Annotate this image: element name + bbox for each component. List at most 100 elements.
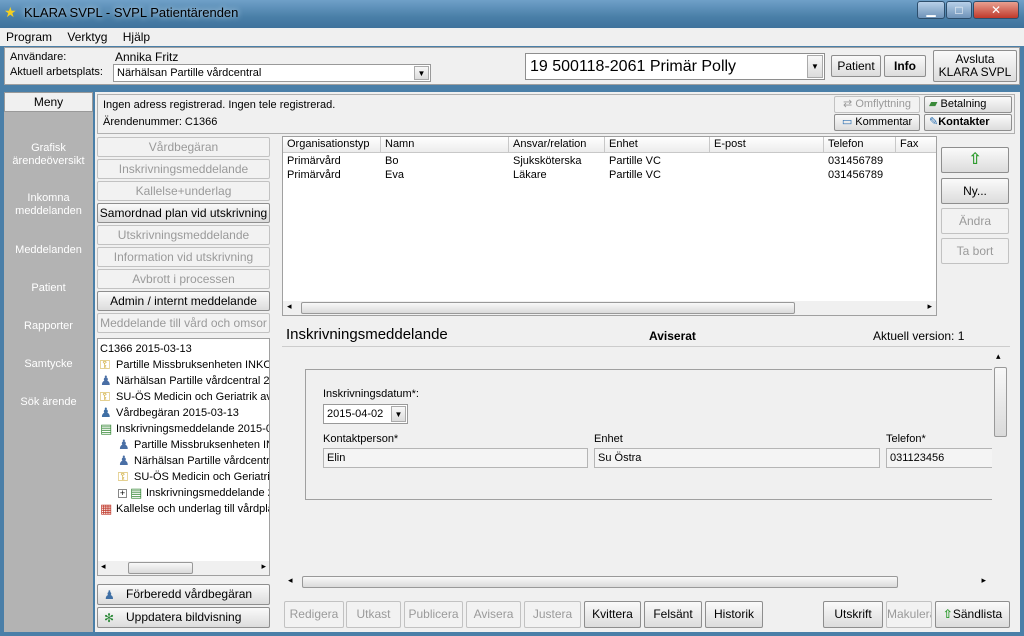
sidebar-item-inkomna[interactable]: Inkomna meddelanden <box>4 192 93 218</box>
utskrift-button[interactable]: Utskrift <box>823 601 883 628</box>
menu-verktyg[interactable]: Verktyg <box>61 28 113 46</box>
sidebar-item-sok-arende[interactable]: Sök ärende <box>4 396 93 409</box>
contacts-scrollbar[interactable]: ◂ ▸ <box>283 301 936 315</box>
message-hscrollbar[interactable]: ◂ ▸ <box>282 575 992 589</box>
contact-field[interactable]: Elin <box>323 448 588 468</box>
omflyttning-button[interactable]: ⇄ Omflyttning <box>834 96 920 113</box>
edit-contact-button[interactable]: Ändra <box>941 208 1009 234</box>
unit-field[interactable]: Su Östra <box>594 448 880 468</box>
message-hscroll-thumb[interactable] <box>302 576 898 588</box>
tree-item[interactable]: ▤ Inskrivningsmeddelande 2015-0 <box>100 421 269 437</box>
chevron-down-icon[interactable]: ▼ <box>414 66 429 80</box>
tree-item-label: Vårdbegäran 2015-03-13 <box>116 407 239 419</box>
column-header[interactable]: Fax <box>896 137 936 153</box>
column-header[interactable]: Telefon <box>824 137 896 153</box>
menu-hjalp[interactable]: Hjälp <box>117 28 156 46</box>
sidebar-item-rapporter[interactable]: Rapporter <box>4 320 93 333</box>
expand-icon[interactable]: + <box>118 488 127 498</box>
scroll-right-icon[interactable]: ▸ <box>981 575 986 586</box>
tree-item[interactable]: C1366 2015-03-13 <box>100 341 192 357</box>
workplace-select[interactable]: Närhälsan Partille vårdcentral ▼ <box>113 64 431 82</box>
kontakter-button[interactable]: ✎Kontakter <box>924 114 1012 131</box>
tree-scrollbar[interactable]: ◂ ▸ <box>98 561 269 575</box>
betalning-button[interactable]: ▰ Betalning <box>924 96 1012 113</box>
table-row[interactable]: Primärvård Eva Läkare Partille VC 031456789 <box>283 168 936 182</box>
exit-klara-button[interactable]: Avsluta KLARA SVPL <box>933 50 1017 82</box>
action-button[interactable]: Samordnad plan vid utskrivning <box>97 203 270 223</box>
bottom-action-button[interactable]: Avisera <box>466 601 521 628</box>
date-field[interactable]: 2015-04-02 ▼ <box>323 404 408 424</box>
table-cell: Eva <box>385 169 404 181</box>
message-vscroll-thumb[interactable] <box>994 367 1007 437</box>
sidebar-item-label: Grafisk <box>31 142 66 154</box>
bottom-action-button[interactable]: Redigera <box>284 601 344 628</box>
action-button[interactable]: Information vid utskrivning <box>97 247 270 267</box>
column-header[interactable]: E-post <box>710 137 824 153</box>
tree-item[interactable]: ⚿ SU-ÖS Medicin och Geriatril <box>118 469 269 485</box>
sidebar-item-grafisk[interactable]: Grafisk ärendeöversikt <box>4 142 93 168</box>
calendar-dropdown-icon[interactable]: ▼ <box>391 406 406 422</box>
tree-item[interactable]: ♟ Närhälsan Partille vårdcentral 20 <box>100 373 269 389</box>
bottom-action-button[interactable]: Justera <box>524 601 581 628</box>
new-contact-button[interactable]: Ny... <box>941 178 1009 204</box>
table-cell: Sjuksköterska <box>513 155 582 167</box>
kommentar-button[interactable]: ▭ Kommentar <box>834 114 920 131</box>
phone-field[interactable]: 031123456 <box>886 448 992 468</box>
column-header[interactable]: Ansvar/relation <box>509 137 605 153</box>
action-button[interactable]: Admin / internt meddelande <box>97 291 270 311</box>
case-tree[interactable]: C1366 2015-03-13 ⚿ Partille Missbruksenhet… <box>97 338 270 576</box>
tree-item[interactable]: ♟ Närhälsan Partille vårdcentra <box>118 453 269 469</box>
bottom-action-button[interactable]: Utkast <box>346 601 401 628</box>
minimize-button[interactable]: ▁ <box>917 1 945 19</box>
action-button[interactable]: Utskrivningsmeddelande <box>97 225 270 245</box>
bottom-action-button[interactable]: Publicera <box>404 601 463 628</box>
refresh-view-button[interactable]: ✻ Uppdatera bildvisning <box>97 607 270 628</box>
delete-contact-button[interactable]: Ta bort <box>941 238 1009 264</box>
message-vscrollbar[interactable]: ▴ <box>993 349 1008 574</box>
action-button[interactable]: Inskrivningsmeddelande <box>97 159 270 179</box>
tree-item[interactable]: +▤Inskrivningsmeddelande 201 <box>118 485 269 501</box>
prepared-vardbegaran-button[interactable]: ♟ Förberedd vårdbegäran <box>97 584 270 605</box>
scroll-left-icon[interactable]: ◂ <box>288 575 293 586</box>
column-header[interactable]: Namn <box>381 137 509 153</box>
tree-item[interactable]: ⚿ SU-ÖS Medicin och Geriatrik av <box>100 389 269 405</box>
makulera-button[interactable]: Makulera <box>886 601 932 628</box>
menu-program[interactable]: Program <box>0 28 58 46</box>
chevron-down-icon[interactable]: ▼ <box>807 55 823 78</box>
scroll-right-icon[interactable]: ▸ <box>261 561 266 572</box>
tree-item[interactable]: ⚿ Partille Missbruksenheten INKO <box>100 357 269 373</box>
tree-scroll-thumb[interactable] <box>128 562 193 574</box>
move-up-button[interactable]: ⇧ <box>941 147 1009 173</box>
action-button[interactable]: Avbrott i processen <box>97 269 270 289</box>
column-header[interactable]: Enhet <box>605 137 710 153</box>
bottom-action-button[interactable]: Historik <box>705 601 763 628</box>
bottom-action-button[interactable]: Kvittera <box>584 601 641 628</box>
user-label: Användare: <box>10 51 67 63</box>
message-form: Inskrivningsdatum*: 2015-04-02 ▼ Kontakt… <box>305 369 992 500</box>
sidebar-item-patient[interactable]: Patient <box>4 282 93 295</box>
sidebar-item-label: Sök ärende <box>20 396 77 408</box>
scroll-up-icon[interactable]: ▴ <box>996 351 1001 362</box>
tree-item[interactable]: ♟ Vårdbegäran 2015-03-13 <box>100 405 239 421</box>
action-button[interactable]: Vårdbegäran <box>97 137 270 157</box>
app-star-icon: ★ <box>4 4 17 20</box>
contacts-scroll-thumb[interactable] <box>301 302 795 314</box>
scroll-left-icon[interactable]: ◂ <box>287 301 292 312</box>
sidebar-item-samtycke[interactable]: Samtycke <box>4 358 93 371</box>
scroll-left-icon[interactable]: ◂ <box>101 561 106 572</box>
patient-button[interactable]: Patient <box>831 55 881 77</box>
sidebar-item-meddelanden[interactable]: Meddelanden <box>4 244 93 257</box>
action-button[interactable]: Meddelande till vård och omsor <box>97 313 270 333</box>
maximize-button[interactable]: □ <box>946 1 972 19</box>
close-button[interactable]: ✕ <box>973 1 1019 19</box>
sandlista-button[interactable]: ⇧Sändlista <box>935 601 1010 628</box>
bottom-action-button[interactable]: Felsänt <box>644 601 702 628</box>
column-header[interactable]: Organisationstyp <box>283 137 381 153</box>
tree-item[interactable]: ♟ Partille Missbruksenheten IN <box>118 437 269 453</box>
patient-selector[interactable]: 19 500118-2061 Primär Polly ▼ <box>525 53 825 80</box>
action-button[interactable]: Kallelse+underlag <box>97 181 270 201</box>
tree-item[interactable]: ▦ Kallelse och underlag till vårdpla <box>100 501 269 517</box>
table-row[interactable]: Primärvård Bo Sjuksköterska Partille VC 0314… <box>283 154 936 168</box>
info-button[interactable]: Info <box>884 55 926 77</box>
scroll-right-icon[interactable]: ▸ <box>927 301 932 312</box>
